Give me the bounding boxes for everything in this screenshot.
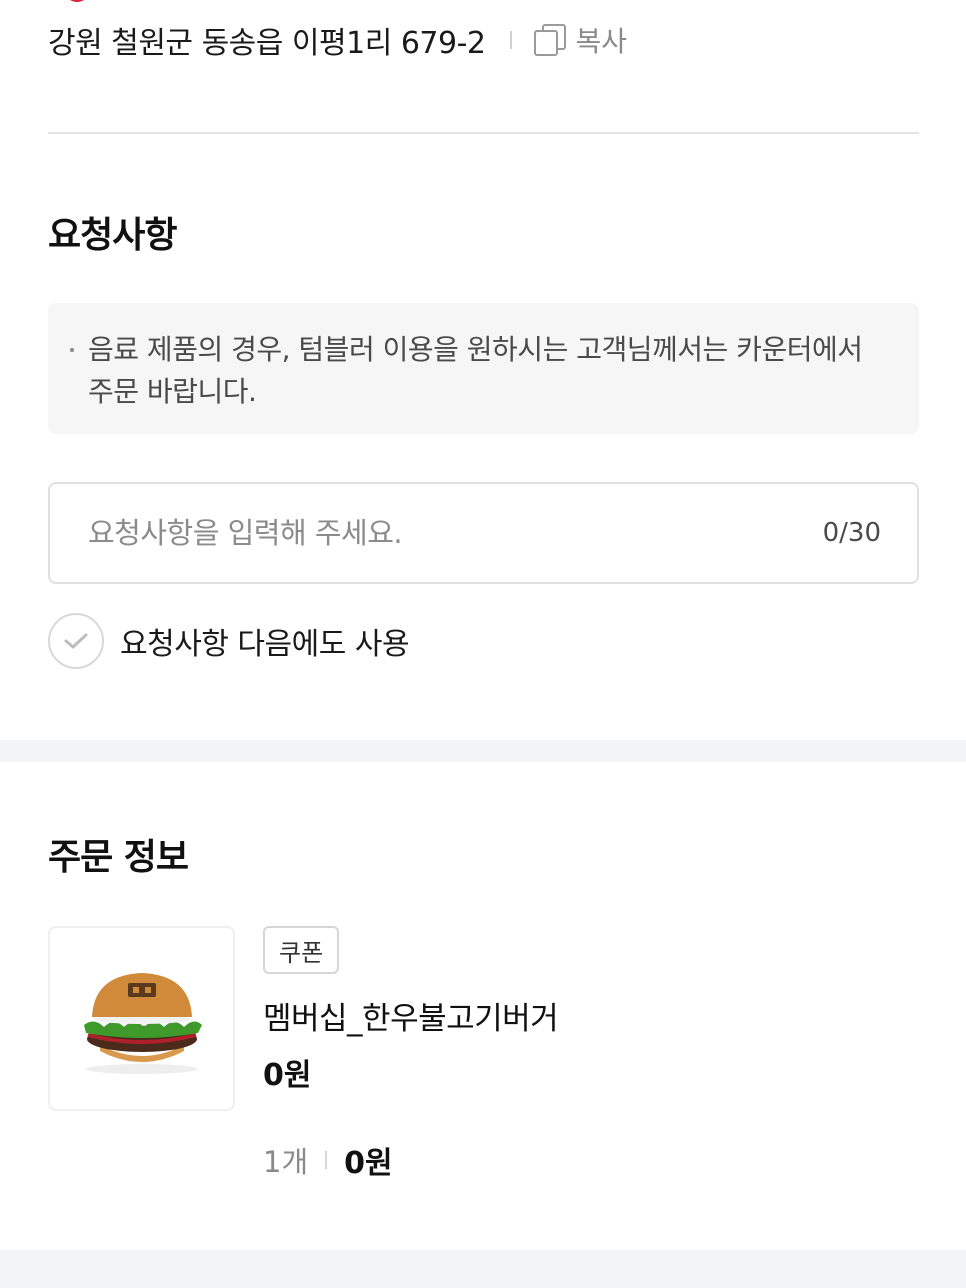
request-section-title: 요청사항 xyxy=(48,215,177,256)
check-icon xyxy=(64,633,88,649)
request-input[interactable] xyxy=(88,516,823,550)
product-name: 멤버십_한우불고기버거 xyxy=(263,1001,559,1037)
store-address: 강원 철원군 동송읍 이평1리 679-2 xyxy=(48,26,486,61)
notice-line-1: 음료 제품의 경우, 텀블러 이용을 원하시는 고객님께서는 카운터에서 xyxy=(70,329,879,371)
divider xyxy=(48,132,919,134)
quantity-separator xyxy=(325,1151,328,1169)
request-input-box: 0/30 xyxy=(48,482,919,584)
char-counter: 0/30 xyxy=(822,518,881,548)
copy-icon xyxy=(533,24,566,56)
copy-label: 복사 xyxy=(575,25,628,58)
brand-accent-mark xyxy=(64,0,90,2)
reuse-request-label: 요청사항 다음에도 사용 xyxy=(120,627,410,662)
checkbox-circle[interactable] xyxy=(48,613,104,669)
quantity-row: 1개 0원 xyxy=(263,1138,393,1182)
product-total: 0원 xyxy=(344,1146,393,1181)
notice-text-2: 주문 바랍니다. xyxy=(88,375,257,408)
section-separator-band xyxy=(0,740,966,762)
section-separator-band-bottom xyxy=(0,1250,966,1288)
coupon-badge: 쿠폰 xyxy=(263,926,340,974)
notice-text-1: 음료 제품의 경우, 텀블러 이용을 원하시는 고객님께서는 카운터에서 xyxy=(88,333,863,366)
store-address-row: 강원 철원군 동송읍 이평1리 679-2 복사 xyxy=(48,18,627,62)
product-quantity: 1개 xyxy=(263,1145,309,1179)
request-notice: 음료 제품의 경우, 텀블러 이용을 원하시는 고객님께서는 카운터에서 주문 … xyxy=(48,303,919,434)
notice-line-2: 주문 바랍니다. xyxy=(88,371,879,413)
burger-image xyxy=(83,972,202,1074)
reuse-request-checkbox[interactable]: 요청사항 다음에도 사용 xyxy=(48,613,410,669)
product-price: 0원 xyxy=(263,1058,312,1093)
order-page: 강원 철원군 동송읍 이평1리 679-2 복사 요청사항 음료 제품의 경우,… xyxy=(0,0,966,1288)
order-section-title: 주문 정보 xyxy=(48,837,189,878)
address-separator xyxy=(509,31,512,49)
product-thumbnail[interactable] xyxy=(48,926,235,1111)
copy-address-button[interactable]: 복사 xyxy=(533,20,628,60)
